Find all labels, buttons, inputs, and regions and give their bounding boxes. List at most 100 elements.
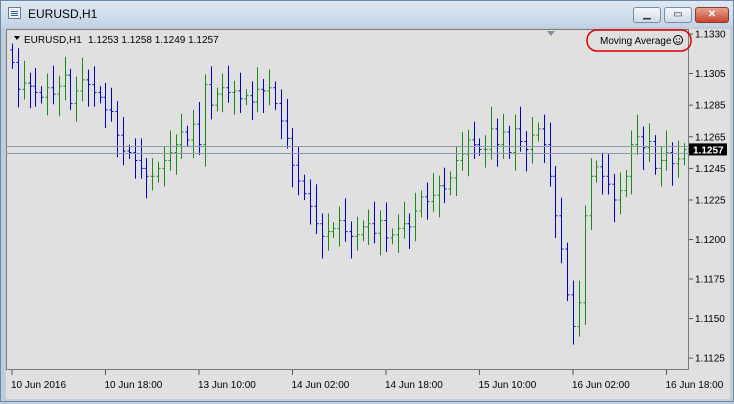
ohlc-bar [635,114,640,155]
close-button[interactable]: ✕ [695,7,729,23]
price-tick-label: 1.1175 [695,275,725,286]
smiley-icon[interactable] [673,35,683,45]
ohlc-bar [589,158,594,231]
ohlc-bar [314,184,319,234]
ohlc-bar [22,60,27,100]
ohlc-bar [419,190,424,218]
title-bar[interactable]: EURUSD,H1 ▁ ▭ ✕ [1,1,733,27]
ohlc-bar [320,213,325,259]
ohlc-bar [250,81,255,121]
chart-window: EURUSD,H1 ▁ ▭ ✕ 1.1330 1.1305 1.1285 1.1265… [0,0,734,402]
chart-ohlc-values: 1.1253 1.1258 1.1249 1.1257 [88,35,219,46]
ohlc-bar [144,158,149,199]
time-tick-label: 16 Jun 18:00 [665,380,723,391]
ohlc-bar [121,117,126,166]
price-tick-label: 1.1330 [695,30,726,41]
ohlc-bar [80,57,85,102]
minimize-button[interactable]: ▁ [633,7,661,23]
time-axis[interactable]: 10 Jun 2016 10 Jun 18:00 13 Jun 10:00 14 Ju… [11,370,730,391]
price-tick-label: 1.1285 [695,101,726,112]
chart-border [6,29,689,370]
ohlc-bar [577,280,582,337]
price-tick-label: 1.1125 [695,354,725,365]
ohlc-bar [624,169,629,197]
ohlc-bar [203,74,208,167]
ohlc-bar [407,213,412,250]
time-tick-label: 10 Jun 2016 [11,380,66,391]
price-chart[interactable]: 1.1330 1.1305 1.1285 1.1265 1.1245 1.1225 1.12… [6,29,730,399]
ohlc-bar [536,122,541,142]
time-tick-label: 14 Jun 02:00 [291,380,349,391]
ohlc-bar [168,130,173,171]
ohlc-bar [209,66,214,120]
price-tick-label: 1.1245 [695,164,726,175]
ohlc-bar [308,179,313,225]
ohlc-bar [460,132,465,171]
maximize-button[interactable]: ▭ [664,7,692,23]
ohlc-bar [559,197,564,264]
ohlc-bar [255,67,260,113]
ohlc-bar [28,72,33,109]
ohlc-bar [57,75,62,117]
window-title: EURUSD,H1 [28,7,98,21]
ohlc-bar [162,146,167,187]
ohlc-bar [431,173,436,212]
chart-shift-marker-icon[interactable] [547,31,555,36]
ohlc-bar [594,160,599,183]
ohlc-bar [466,129,471,177]
ohlc-bar [349,221,354,259]
ohlc-bar [109,87,114,122]
price-tick-label: 1.1265 [695,132,726,143]
price-tick-label: 1.1150 [695,314,725,325]
ohlc-bar [179,113,184,159]
ohlc-bar [606,154,611,195]
ohlc-bar [139,138,144,179]
ohlc-bar [437,175,442,218]
ohlc-bar [565,242,570,302]
ohlc-bar [98,86,103,104]
ohlc-bar [92,66,97,107]
ohlc-bar [396,214,401,253]
ohlc-bar [133,138,138,179]
ohlc-bar [413,192,418,242]
ohlc-bar [524,131,529,172]
ohlc-bar [583,205,588,325]
ohlc-bar [372,201,377,244]
price-axis[interactable]: 1.1330 1.1305 1.1285 1.1265 1.1245 1.1225 1.12… [689,30,727,365]
ohlc-bar [63,56,68,101]
ohlc-bar [618,172,623,215]
ohlc-bar [402,201,407,239]
ohlc-bar [326,213,331,251]
ohlc-bar [337,206,342,247]
ohlc-bar [553,166,558,238]
ohlc-bar [285,98,290,149]
ohlc-bar [191,109,196,159]
ohlc-bar [425,182,430,220]
ohlc-bar [68,68,73,110]
ohlc-bar [600,152,605,195]
ohlc-bar [629,130,634,195]
ohlc-bar [483,135,488,168]
ohlc-bar [641,126,646,170]
ohlc-bar [74,76,79,122]
price-chart-svg[interactable]: 1.1330 1.1305 1.1285 1.1265 1.1245 1.1225 1.12… [6,29,730,399]
ohlc-bar [378,210,383,256]
ohlc-bar [296,147,301,196]
price-tick-label: 1.1200 [695,235,726,246]
symbol-dropdown-icon[interactable] [14,36,20,40]
ohlc-bar [612,173,617,223]
price-tick-label: 1.1305 [695,69,726,80]
indicator-label[interactable]: Moving Average [600,36,672,47]
ohlc-bar [442,167,447,204]
ohlc-bar [232,80,237,115]
ohlc-bar [185,125,190,147]
ohlc-bar [518,106,523,152]
ohlc-bar [273,81,278,110]
ohlc-bar [51,65,56,105]
ohlc-bar [39,86,44,104]
ohlc-bar [653,135,658,175]
chart-window-icon[interactable] [8,7,21,19]
time-tick-label: 13 Jun 10:00 [198,380,256,391]
ohlc-bar [390,228,395,245]
ohlc-bar [513,114,518,171]
